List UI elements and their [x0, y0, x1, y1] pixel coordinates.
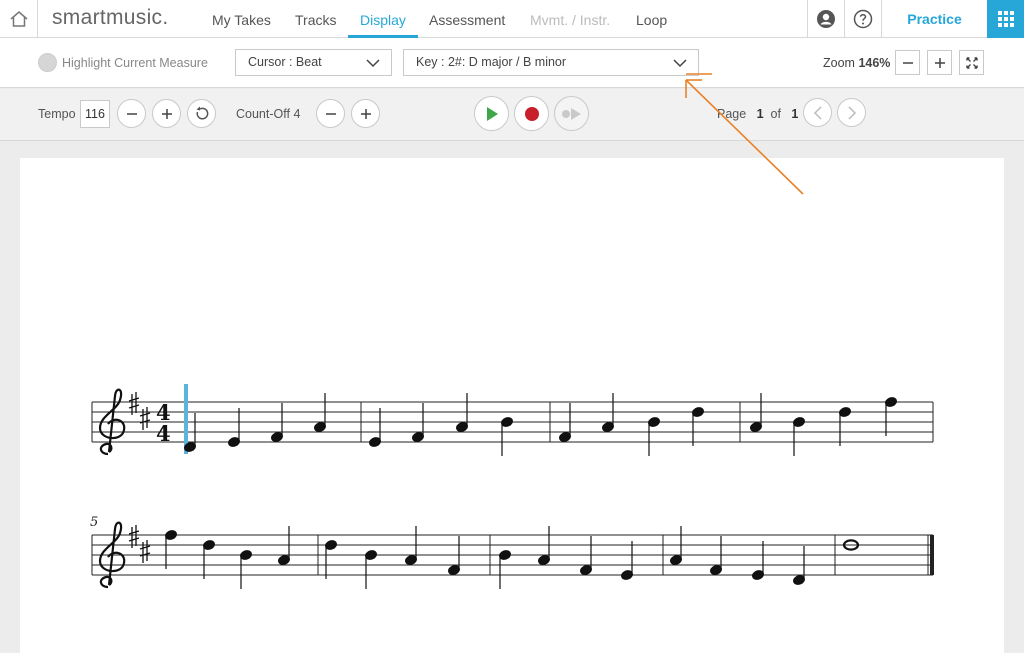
prev-page-button[interactable] — [803, 98, 832, 127]
tempo-label: Tempo — [38, 107, 76, 121]
highlight-measure-label: Highlight Current Measure — [62, 55, 208, 70]
tempo-increase-button[interactable] — [152, 99, 181, 128]
fit-screen-button[interactable] — [959, 50, 984, 75]
cursor-select[interactable]: Cursor : Beat — [235, 49, 392, 76]
score-notation[interactable]: 4 4 5 — [20, 158, 1004, 653]
home-icon — [10, 11, 27, 27]
countoff-label: Count-Off — [236, 107, 290, 121]
practice-button[interactable]: Practice — [881, 0, 987, 38]
tab-my-takes[interactable]: My Takes — [200, 0, 283, 38]
app-logo: smartmusic. — [52, 6, 169, 29]
tempo-reset-button[interactable] — [187, 99, 216, 128]
next-page-button[interactable] — [837, 98, 866, 127]
tab-assessment[interactable]: Assessment — [417, 0, 517, 38]
tab-tracks[interactable]: Tracks — [283, 0, 348, 38]
zoom-label: Zoom — [823, 56, 855, 70]
playback-bar: Tempo 116 Count-Off 4 Page 1 of 1 — [0, 89, 1024, 141]
chevron-right-icon — [847, 105, 856, 120]
key-signature-sharps — [128, 392, 151, 430]
page-total: 1 — [791, 107, 799, 121]
highlight-measure-toggle[interactable]: Highlight Current Measure — [38, 53, 208, 72]
chevron-left-icon — [813, 105, 822, 120]
tab-display[interactable]: Display — [348, 0, 418, 38]
staff-system-2 — [91, 534, 934, 576]
help-icon — [853, 9, 873, 29]
page-readout: Page 1 of 1 — [717, 107, 798, 121]
page-label: Page — [717, 107, 747, 121]
record-icon — [524, 106, 539, 121]
countoff-readout: Count-Off 4 — [236, 107, 300, 121]
display-options-bar: Highlight Current Measure Cursor : Beat … — [0, 38, 1024, 88]
toggle-indicator — [38, 53, 57, 72]
time-signature-bottom: 4 — [156, 421, 171, 446]
account-button[interactable] — [807, 0, 844, 38]
grid-icon — [997, 11, 1014, 27]
key-select[interactable]: Key : 2#: D major / B minor — [403, 49, 699, 76]
plus-icon — [360, 108, 371, 119]
play-take-icon — [561, 107, 581, 120]
page-current: 1 — [756, 107, 764, 121]
measure-number: 5 — [90, 515, 98, 530]
tempo-decrease-button[interactable] — [117, 99, 146, 128]
play-button[interactable] — [474, 96, 509, 131]
tab-loop[interactable]: Loop — [624, 0, 679, 38]
help-button[interactable] — [844, 0, 881, 38]
page-of-label: of — [770, 107, 781, 121]
zoom-value: 146% — [858, 56, 891, 70]
expand-icon — [965, 56, 978, 69]
playback-take-button[interactable] — [554, 96, 589, 131]
reset-icon — [196, 106, 208, 119]
plus-icon — [934, 57, 945, 68]
record-button[interactable] — [514, 96, 549, 131]
countoff-increase-button[interactable] — [351, 99, 380, 128]
minus-icon — [902, 61, 913, 64]
minus-icon — [126, 112, 137, 115]
key-signature-sharps — [128, 525, 151, 563]
home-button[interactable] — [0, 0, 38, 38]
tab-mvmt-instr[interactable]: Mvmt. / Instr. — [518, 0, 622, 38]
zoom-in-button[interactable] — [927, 50, 952, 75]
user-icon — [817, 10, 835, 28]
zoom-out-button[interactable] — [895, 50, 920, 75]
zoom-readout: Zoom 146% — [823, 56, 890, 70]
play-icon — [486, 106, 498, 121]
apps-grid-button[interactable] — [987, 0, 1024, 38]
tempo-input[interactable]: 116 — [80, 100, 110, 128]
minus-icon — [325, 112, 336, 115]
plus-icon — [161, 108, 172, 119]
chevron-down-icon — [366, 59, 380, 68]
cursor-select-value: Cursor : Beat — [248, 55, 322, 69]
score-sheet[interactable]: 4 4 5 — [20, 158, 1004, 653]
chevron-down-icon — [673, 59, 687, 68]
key-select-value: Key : 2#: D major / B minor — [416, 55, 567, 69]
top-nav-bar: smartmusic. My Takes Tracks Display Asse… — [0, 0, 1024, 38]
countoff-value: 4 — [293, 107, 301, 121]
countoff-decrease-button[interactable] — [316, 99, 345, 128]
